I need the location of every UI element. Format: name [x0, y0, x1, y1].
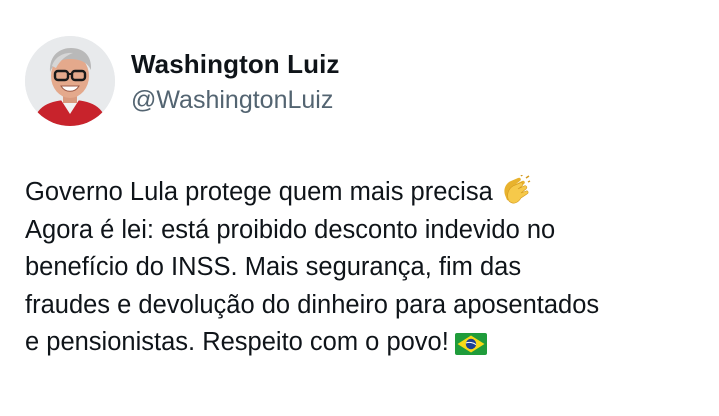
tweet-text: Governo Lula protege quem mais precisa A…	[25, 173, 710, 362]
tweet-line: e pensionistas. Respeito com o povo!	[25, 324, 710, 362]
tweet-line: fraudes e devolução do dinheiro para apo…	[25, 290, 600, 319]
avatar-photo	[25, 36, 115, 126]
brazil-flag-icon	[454, 329, 487, 367]
tweet-line: benefício do INSS. Mais segurança, fim d…	[25, 253, 522, 281]
display-name[interactable]: Washington Luiz	[131, 48, 340, 80]
user-handle[interactable]: @WashingtonLuiz	[131, 84, 333, 116]
tweet-card: Washington Luiz @WashingtonLuiz Governo …	[0, 0, 719, 416]
clapping-hands-icon	[499, 173, 531, 217]
avatar[interactable]	[25, 36, 115, 126]
tweet-line-text: e pensionistas. Respeito com o povo!	[25, 328, 449, 356]
tweet-line-text: Governo Lula protege quem mais precisa	[25, 178, 493, 206]
tweet-line: Agora é lei: está proibido desconto inde…	[25, 215, 556, 244]
tweet-line: Governo Lula protege quem mais precisa	[25, 173, 710, 212]
